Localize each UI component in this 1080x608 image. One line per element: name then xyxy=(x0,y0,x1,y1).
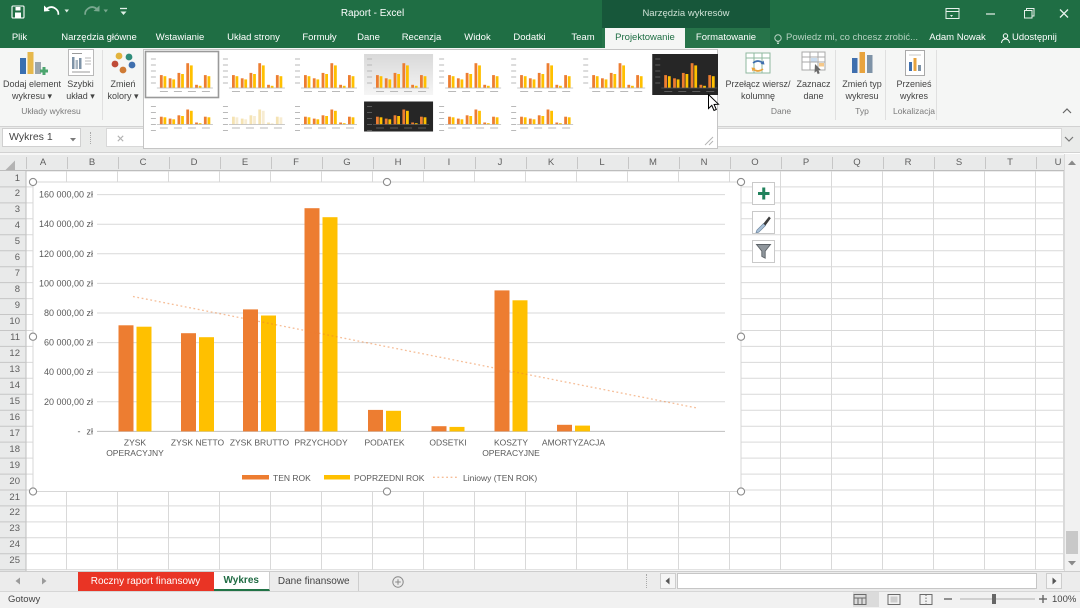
svg-text:100 000,00 zł: 100 000,00 zł xyxy=(39,278,93,288)
svg-text:zł: zł xyxy=(87,426,94,436)
svg-text:OPERACYJNE: OPERACYJNE xyxy=(482,448,540,458)
svg-text:-: - xyxy=(78,426,81,436)
svg-text:140 000,00 zł: 140 000,00 zł xyxy=(39,219,93,229)
svg-text:ZYSK BRUTTO: ZYSK BRUTTO xyxy=(230,437,290,447)
svg-text:20 000,00 zł: 20 000,00 zł xyxy=(44,396,93,406)
svg-text:60 000,00 zł: 60 000,00 zł xyxy=(44,337,93,347)
svg-text:POPRZEDNI ROK: POPRZEDNI ROK xyxy=(354,473,425,483)
svg-text:TEN ROK: TEN ROK xyxy=(273,473,311,483)
svg-text:40 000,00 zł: 40 000,00 zł xyxy=(44,367,93,377)
svg-text:PODATEK: PODATEK xyxy=(365,437,405,447)
svg-text:120 000,00 zł: 120 000,00 zł xyxy=(39,248,93,258)
svg-text:KOSZTY: KOSZTY xyxy=(494,437,528,447)
svg-text:ZYSK: ZYSK xyxy=(124,437,147,447)
svg-text:ODSETKI: ODSETKI xyxy=(429,437,466,447)
svg-text:PRZYCHODY: PRZYCHODY xyxy=(294,437,348,447)
svg-text:ZYSK NETTO: ZYSK NETTO xyxy=(171,437,225,447)
svg-text:OPERACYJNY: OPERACYJNY xyxy=(106,448,164,458)
svg-text:AMORTYZACJA: AMORTYZACJA xyxy=(542,437,605,447)
svg-text:Liniowy (TEN ROK): Liniowy (TEN ROK) xyxy=(463,473,537,483)
svg-text:160 000,00 zł: 160 000,00 zł xyxy=(39,189,93,199)
svg-text:80 000,00 zł: 80 000,00 zł xyxy=(44,308,93,318)
